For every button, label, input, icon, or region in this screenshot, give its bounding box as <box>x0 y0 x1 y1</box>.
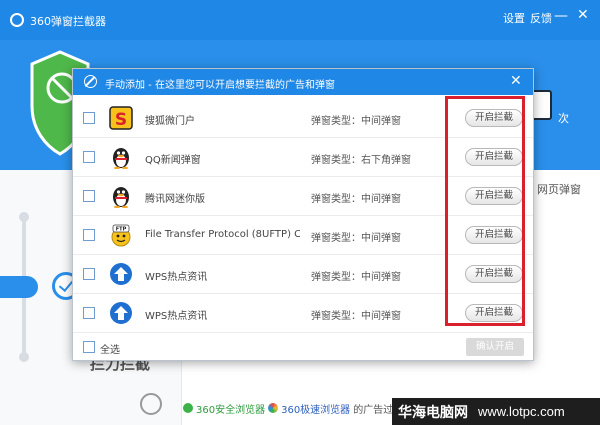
select-all-checkbox[interactable] <box>83 341 95 353</box>
app-logo-icon <box>10 13 24 27</box>
wps-upload-icon <box>110 263 132 285</box>
row-name: File Transfer Protocol (8UFTP) Cli... <box>145 229 300 240</box>
browser-logo-icon <box>268 403 279 413</box>
row-name: WPS热点资讯 <box>145 311 208 322</box>
enable-block-button[interactable]: 开启拦截 <box>465 148 523 166</box>
row-type: 弹窗类型：中间弹窗 <box>311 194 401 205</box>
app-title: 360弹窗拦截器 <box>30 15 106 28</box>
background-fragment-text: 次 <box>558 112 569 125</box>
feedback-link[interactable]: 反馈 <box>530 10 552 26</box>
list-item: WPS热点资讯 弹窗类型：中间弹窗 开启拦截 <box>73 255 533 294</box>
enable-block-button[interactable]: 开启拦截 <box>465 187 523 205</box>
row-checkbox[interactable] <box>83 229 95 241</box>
ftp-icon: FTP <box>111 224 131 247</box>
web-popup-label: 网页弹窗 <box>537 183 581 196</box>
browser2-link[interactable]: 360极速浏览器 <box>281 401 350 416</box>
svg-text:FTP: FTP <box>116 227 127 233</box>
row-name: WPS热点资讯 <box>145 272 208 283</box>
row-type: 弹窗类型：中间弹窗 <box>311 311 401 322</box>
add-rule-icon[interactable] <box>140 393 162 415</box>
list-item: QQ新闻弹窗 弹窗类型：右下角弹窗 开启拦截 <box>73 138 533 177</box>
qq-penguin-icon <box>113 148 129 169</box>
enable-block-button[interactable]: 开启拦截 <box>465 226 523 244</box>
dialog-header: 手动添加 - 在这里您可以开启想要拦截的广告和弹窗 ✕ <box>73 69 533 95</box>
window-close-button[interactable]: ✕ <box>577 7 589 23</box>
row-name: 搜狐微门户 <box>145 116 195 127</box>
svg-text:S: S <box>115 110 127 130</box>
row-checkbox[interactable] <box>83 268 95 280</box>
row-type: 弹窗类型：中间弹窗 <box>311 272 401 283</box>
dialog-footer: 全选 确认开启 <box>73 334 533 360</box>
watermark-site-name: 华海电脑网 <box>398 404 468 421</box>
row-checkbox[interactable] <box>83 112 95 124</box>
list-item: 腾讯网迷你版 弹窗类型：中间弹窗 开启拦截 <box>73 177 533 216</box>
progress-dot <box>19 352 29 362</box>
bottom-bar-text: 的广告过 <box>353 404 394 416</box>
row-checkbox[interactable] <box>83 151 95 163</box>
qq-penguin-icon <box>113 187 129 208</box>
row-checkbox[interactable] <box>83 307 95 319</box>
site-watermark: 华海电脑网 www.lotpc.com <box>392 398 600 425</box>
dialog-close-button[interactable]: ✕ <box>510 73 522 89</box>
dialog-title: 手动添加 - 在这里您可以开启想要拦截的广告和弹窗 <box>105 80 335 91</box>
row-name: 腾讯网迷你版 <box>145 194 205 205</box>
manual-add-dialog: 手动添加 - 在这里您可以开启想要拦截的广告和弹窗 ✕ S 搜狐微门户 弹窗类型… <box>72 68 534 361</box>
enable-block-button[interactable]: 开启拦截 <box>465 109 523 127</box>
row-checkbox[interactable] <box>83 190 95 202</box>
confirm-enable-button[interactable]: 确认开启 <box>466 338 524 356</box>
list-item: WPS热点资讯 弹窗类型：中间弹窗 开启拦截 <box>73 294 533 333</box>
row-type: 弹窗类型：右下角弹窗 <box>311 155 411 166</box>
row-name: QQ新闻弹窗 <box>145 155 201 166</box>
browser-logo-icon <box>183 403 193 413</box>
settings-link[interactable]: 设置 <box>503 10 525 26</box>
browser1-link[interactable]: 360安全浏览器 <box>196 401 265 416</box>
progress-dot <box>19 212 29 222</box>
active-step-indicator <box>0 276 38 298</box>
row-type: 弹窗类型：中间弹窗 <box>311 233 401 244</box>
row-type: 弹窗类型：中间弹窗 <box>311 116 401 127</box>
list-item: FTP File Transfer Protocol (8UFTP) Cli..… <box>73 216 533 255</box>
watermark-url: www.lotpc.com <box>478 404 565 419</box>
sohu-icon: S <box>109 106 133 130</box>
wps-upload-icon <box>110 302 132 324</box>
enable-block-button[interactable]: 开启拦截 <box>465 304 523 322</box>
select-all-label[interactable]: 全选 <box>100 341 120 356</box>
block-icon <box>84 75 97 88</box>
enable-block-button[interactable]: 开启拦截 <box>465 265 523 283</box>
bottom-status-bar: 360安全浏览器 360极速浏览器 的广告过 <box>183 398 393 418</box>
minimize-button[interactable]: — <box>554 8 568 24</box>
list-item: S 搜狐微门户 弹窗类型：中间弹窗 开启拦截 <box>73 99 533 138</box>
